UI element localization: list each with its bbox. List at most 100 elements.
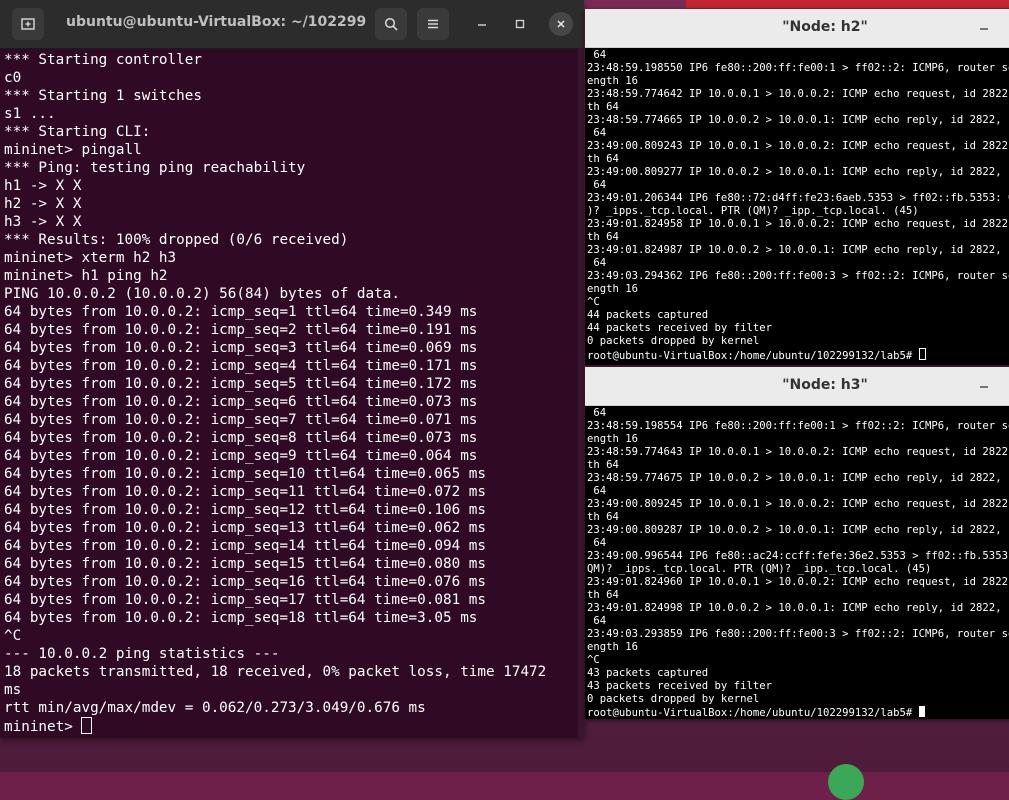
terminal-header-bar[interactable]: ubuntu@ubuntu-VirtualBox: ~/102299... — [0, 0, 584, 49]
output-line: *** Ping: testing ping reachability — [4, 160, 306, 176]
output-line: th 64 — [587, 231, 619, 243]
output-line: 23:48:59.198550 IP6 fe80::200:ff:fe00:1 … — [587, 62, 1009, 74]
output-line: 64 bytes from 10.0.0.2: icmp_seq=15 ttl=… — [4, 556, 487, 572]
text-cursor — [918, 706, 925, 717]
minimize-button-h3[interactable] — [973, 375, 995, 397]
text-cursor — [918, 348, 926, 360]
output-line: 64 bytes from 10.0.0.2: icmp_seq=18 ttl=… — [4, 610, 478, 626]
output-line: mininet> xterm h2 h3 — [4, 250, 177, 266]
output-line: *** Starting controller — [4, 52, 202, 68]
maximize-button[interactable] — [508, 12, 532, 36]
xterm-title-h3: "Node: h3" — [782, 377, 868, 393]
output-line: rtt min/avg/max/mdev = 0.062/0.273/3.049… — [4, 700, 426, 716]
output-line: 64 — [587, 485, 607, 497]
output-line: 64 bytes from 10.0.0.2: icmp_seq=14 ttl=… — [4, 538, 487, 554]
output-line: 64 bytes from 10.0.0.2: icmp_seq=16 ttl=… — [4, 574, 487, 590]
output-line: th 64 — [587, 101, 619, 113]
output-line: 64 bytes from 10.0.0.2: icmp_seq=3 ttl=6… — [4, 340, 478, 356]
minimize-icon — [478, 24, 486, 26]
xterm-output-h2[interactable]: 64 23:48:59.198550 IP6 fe80::200:ff:fe00:… — [587, 49, 1009, 363]
prompt-text: root@ubuntu-VirtualBox:/home/ubuntu/1022… — [587, 350, 919, 362]
xterm-title-h2: "Node: h2" — [782, 19, 868, 35]
output-line: th 64 — [587, 589, 619, 601]
close-icon — [557, 20, 565, 28]
output-line: 64 — [587, 407, 607, 419]
output-line: *** Starting CLI: — [4, 124, 151, 140]
output-line: 43 packets captured — [587, 667, 709, 679]
search-button[interactable] — [375, 8, 407, 40]
terminal-title: ubuntu@ubuntu-VirtualBox: ~/102299... — [66, 14, 366, 30]
output-line: 0 packets dropped by kernel — [587, 693, 760, 705]
terminal-window[interactable]: ubuntu@ubuntu-VirtualBox: ~/102299... **… — [0, 0, 584, 738]
new-tab-icon — [21, 18, 35, 30]
output-line: 64 bytes from 10.0.0.2: icmp_seq=5 ttl=6… — [4, 376, 478, 392]
output-line: th 64 — [587, 153, 619, 165]
new-tab-button[interactable] — [12, 8, 44, 40]
output-line: ength 16 — [587, 433, 639, 445]
output-line: 23:49:01.824998 IP 10.0.0.2 > 10.0.0.1: … — [587, 602, 1009, 614]
xterm-output-h3[interactable]: 64 23:48:59.198554 IP6 fe80::200:ff:fe00:… — [587, 407, 1009, 717]
output-line: s1 ... — [4, 106, 56, 122]
output-line: 64 — [587, 179, 607, 191]
output-line: th 64 — [587, 459, 619, 471]
prompt-text: root@ubuntu-VirtualBox:/home/ubuntu/1022… — [587, 707, 919, 717]
output-line: 64 bytes from 10.0.0.2: icmp_seq=1 ttl=6… — [4, 304, 478, 320]
output-line: mininet> pingall — [4, 142, 142, 158]
minimize-button[interactable] — [470, 12, 494, 36]
output-line: PING 10.0.0.2 (10.0.0.2) 56(84) bytes of… — [4, 286, 400, 302]
minimize-icon — [980, 28, 988, 30]
output-line: 64 bytes from 10.0.0.2: icmp_seq=4 ttl=6… — [4, 358, 478, 374]
xterm-window-h3[interactable]: "Node: h3" 64 23:48:59.198554 IP6 fe80::2… — [585, 367, 1009, 719]
output-line: 64 bytes from 10.0.0.2: icmp_seq=11 ttl=… — [4, 484, 487, 500]
output-line: 44 packets captured — [587, 309, 709, 321]
dock-app-icon[interactable] — [828, 764, 864, 800]
menu-button[interactable] — [417, 8, 449, 40]
output-line: 64 bytes from 10.0.0.2: icmp_seq=9 ttl=6… — [4, 448, 478, 464]
output-line: mininet> h1 ping h2 — [4, 268, 168, 284]
output-line: *** Results: 100% dropped (0/6 received) — [4, 232, 349, 248]
output-line: *** Starting 1 switches — [4, 88, 202, 104]
output-line: 23:49:03.293859 IP6 fe80::200:ff:fe00:3 … — [587, 628, 1009, 640]
output-line: 23:49:01.824960 IP 10.0.0.1 > 10.0.0.2: … — [587, 576, 1009, 588]
output-line: 23:49:00.809277 IP 10.0.0.2 > 10.0.0.1: … — [587, 166, 1009, 178]
xterm-header-h2[interactable]: "Node: h2" — [585, 9, 1009, 48]
output-line: 23:48:59.774643 IP 10.0.0.1 > 10.0.0.2: … — [587, 446, 1009, 458]
output-line: ^C — [587, 654, 600, 666]
xterm-header-h3[interactable]: "Node: h3" — [585, 367, 1009, 406]
output-line: h2 -> X X — [4, 196, 82, 212]
output-line: 43 packets received by filter — [587, 680, 772, 692]
output-line: 23:49:01.824958 IP 10.0.0.1 > 10.0.0.2: … — [587, 218, 1009, 230]
close-button[interactable] — [549, 12, 573, 36]
output-line: 23:48:59.774642 IP 10.0.0.1 > 10.0.0.2: … — [587, 88, 1009, 100]
output-line: 23:49:01.206344 IP6 fe80::72:d4ff:fe23:6… — [587, 192, 1009, 204]
maximize-icon — [515, 19, 525, 29]
output-line: ms — [4, 682, 22, 698]
output-line: 64 — [587, 537, 607, 549]
output-line: ^C — [4, 628, 22, 644]
prompt-text: mininet> — [4, 719, 82, 735]
output-line: 23:49:00.809243 IP 10.0.0.1 > 10.0.0.2: … — [587, 140, 1009, 152]
output-line: th 64 — [587, 511, 619, 523]
output-line: 0 packets dropped by kernel — [587, 335, 760, 347]
prompt-line[interactable]: root@ubuntu-VirtualBox:/home/ubuntu/1022… — [587, 348, 1009, 362]
output-line: 64 — [587, 127, 607, 139]
xterm-window-h2[interactable]: "Node: h2" 64 23:48:59.198550 IP6 fe80::2… — [585, 9, 1009, 365]
terminal-scrollbar[interactable] — [578, 48, 584, 738]
output-line: 64 bytes from 10.0.0.2: icmp_seq=17 ttl=… — [4, 592, 487, 608]
output-line: 23:48:59.198554 IP6 fe80::200:ff:fe00:1 … — [587, 420, 1009, 432]
prompt-line[interactable]: root@ubuntu-VirtualBox:/home/ubuntu/1022… — [587, 706, 1009, 717]
output-line: c0 — [4, 70, 22, 86]
output-line: 23:49:00.809245 IP 10.0.0.1 > 10.0.0.2: … — [587, 498, 1009, 510]
output-line: 23:49:03.294362 IP6 fe80::200:ff:fe00:3 … — [587, 270, 1009, 282]
minimize-button-h2[interactable] — [973, 17, 995, 39]
output-line: 64 — [587, 615, 607, 627]
output-line: 64 bytes from 10.0.0.2: icmp_seq=2 ttl=6… — [4, 322, 478, 338]
terminal-output[interactable]: *** Starting controller c0 *** Starting 1 … — [4, 51, 578, 735]
output-line: ength 16 — [587, 283, 639, 295]
output-line: QM)? _ipps._tcp.local. PTR (QM)? _ipp._t… — [587, 563, 932, 575]
output-line: 64 bytes from 10.0.0.2: icmp_seq=8 ttl=6… — [4, 430, 478, 446]
prompt-line[interactable]: mininet> — [4, 717, 578, 735]
output-line: 23:49:00.996544 IP6 fe80::ac24:ccff:fefe… — [587, 550, 1009, 562]
minimize-icon — [980, 386, 988, 388]
output-line: 64 — [587, 257, 607, 269]
